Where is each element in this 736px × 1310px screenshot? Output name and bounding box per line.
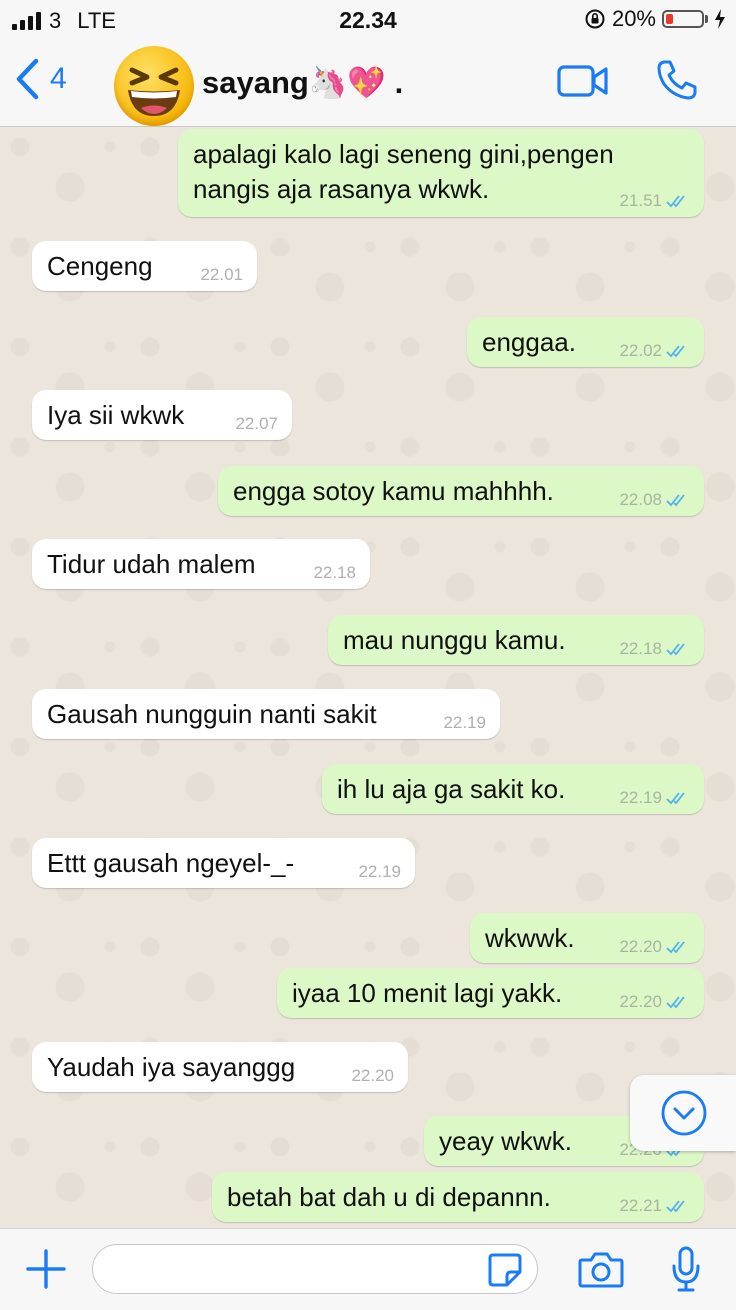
- battery-percent: 20%: [611, 6, 656, 31]
- message-time: 22.21: [619, 1196, 662, 1215]
- message-time: 22.08: [619, 490, 662, 509]
- unread-chats-count: 4: [50, 62, 67, 95]
- composer-bar: [0, 1228, 736, 1310]
- plus-icon: [26, 1249, 66, 1289]
- message-bubble-outgoing[interactable]: betah bat dah u di depannn. 22.21: [212, 1172, 704, 1222]
- message-text: enggaa.: [482, 327, 576, 357]
- message-bubble-outgoing[interactable]: apalagi kalo lagi seneng gini,pengen nan…: [178, 129, 704, 217]
- grinning-squinting-face-icon: [128, 67, 180, 116]
- message-text: wkwwk.: [485, 923, 575, 953]
- message-text: Gausah nungguin nanti sakit: [47, 699, 377, 729]
- read-receipt-icon: [666, 996, 685, 1009]
- video-camera-icon: [557, 65, 608, 97]
- avatar[interactable]: [114, 46, 194, 126]
- message-bubble-outgoing[interactable]: engga sotoy kamu mahhhh. 22.08: [218, 466, 704, 516]
- message-bubble-outgoing[interactable]: mau nunggu kamu. 22.18: [328, 615, 704, 665]
- message-bubble-outgoing[interactable]: iyaa 10 menit lagi yakk. 22.20: [277, 968, 704, 1018]
- read-receipt-icon: [666, 494, 685, 507]
- voice-call-button[interactable]: [655, 58, 699, 107]
- message-bubble-outgoing[interactable]: ih lu aja ga sakit ko. 22.19: [322, 764, 704, 814]
- message-time: 22.18: [619, 639, 662, 658]
- sticker-button[interactable]: [487, 1252, 523, 1293]
- message-text: engga sotoy kamu mahhhh.: [233, 476, 554, 506]
- sticker-icon: [488, 1253, 522, 1287]
- message-input[interactable]: [92, 1244, 538, 1294]
- read-receipt-icon: [666, 345, 685, 358]
- message-text: mau nunggu kamu.: [343, 625, 566, 655]
- message-text: betah bat dah u di depannn.: [227, 1182, 551, 1212]
- message-time: 22.20: [619, 992, 662, 1011]
- message-bubble-incoming[interactable]: Ettt gausah ngeyel-_- 22.19: [32, 838, 415, 888]
- scroll-to-bottom-button[interactable]: [630, 1075, 736, 1151]
- read-receipt-icon: [666, 1200, 685, 1213]
- message-list[interactable]: apalagi kalo lagi seneng gini,pengen nan…: [0, 127, 736, 1228]
- status-bar: 3 LTE 22.34 20%: [0, 0, 736, 40]
- message-text: yeay wkwk.: [439, 1126, 572, 1156]
- camera-icon: [578, 1252, 624, 1288]
- attach-button[interactable]: [26, 1249, 66, 1294]
- message-bubble-outgoing[interactable]: enggaa. 22.02: [467, 317, 704, 367]
- message-text: Cengeng: [47, 251, 153, 281]
- video-call-button[interactable]: [557, 64, 609, 103]
- rotation-lock-icon: [585, 9, 605, 29]
- message-time: 22.07: [235, 414, 278, 433]
- message-time: 22.20: [351, 1066, 394, 1085]
- message-text: Iya sii wkwk: [47, 400, 185, 430]
- chat-header: 4 sayang🦄💖 .: [0, 40, 736, 127]
- message-time: 21.51: [619, 191, 662, 210]
- message-time: 22.18: [313, 563, 356, 582]
- read-receipt-icon: [666, 941, 685, 954]
- message-time: 22.19: [443, 713, 486, 732]
- read-receipt-icon: [666, 643, 685, 656]
- microphone-button[interactable]: [670, 1246, 702, 1299]
- microphone-icon: [672, 1246, 700, 1292]
- camera-button[interactable]: [578, 1251, 624, 1294]
- message-text: Yaudah iya sayanggg: [47, 1052, 296, 1082]
- message-text: Ettt gausah ngeyel-_-: [47, 848, 295, 878]
- message-bubble-incoming[interactable]: Cengeng 22.01: [32, 241, 257, 291]
- message-time: 22.19: [358, 862, 401, 881]
- message-bubble-incoming[interactable]: Yaudah iya sayanggg 22.20: [32, 1042, 408, 1092]
- contact-name[interactable]: sayang🦄💖 .: [202, 64, 403, 101]
- back-button[interactable]: 4: [14, 58, 67, 100]
- read-receipt-icon: [666, 195, 685, 208]
- battery-icon: [662, 10, 704, 28]
- message-time: 22.19: [619, 788, 662, 807]
- message-time: 22.02: [619, 341, 662, 360]
- message-time: 22.20: [619, 937, 662, 956]
- message-text: apalagi kalo lagi seneng gini,pengen nan…: [193, 139, 614, 204]
- message-bubble-incoming[interactable]: Gausah nungguin nanti sakit 22.19: [32, 689, 500, 739]
- message-bubble-incoming[interactable]: Tidur udah malem 22.18: [32, 539, 370, 589]
- message-time: 22.01: [200, 265, 243, 284]
- message-text: Tidur udah malem: [47, 549, 256, 579]
- message-text: ih lu aja ga sakit ko.: [337, 774, 566, 804]
- phone-icon: [657, 60, 697, 100]
- chevron-down-circle-icon: [661, 1090, 707, 1136]
- charging-bolt-icon: [715, 9, 725, 29]
- message-text: iyaa 10 menit lagi yakk.: [292, 978, 563, 1008]
- message-bubble-outgoing[interactable]: wkwwk. 22.20: [470, 913, 704, 963]
- message-bubble-incoming[interactable]: Iya sii wkwk 22.07: [32, 390, 292, 440]
- read-receipt-icon: [666, 792, 685, 805]
- chevron-left-icon: [16, 58, 39, 100]
